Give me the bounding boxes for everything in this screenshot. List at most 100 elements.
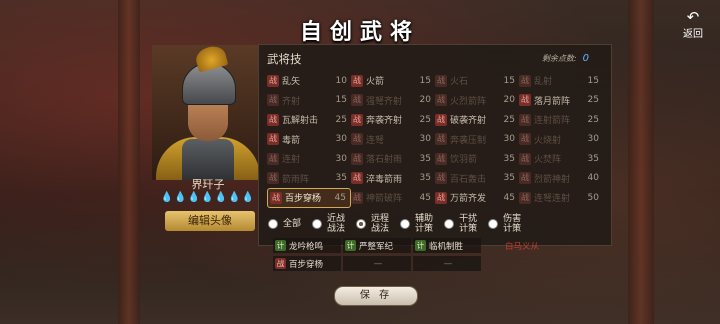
equipped-type-tag: 计 <box>345 240 356 251</box>
skill-cell[interactable]: 战火石 15 <box>435 71 519 91</box>
skill-type-tag: 战 <box>435 74 447 87</box>
equipped-slot[interactable]: — <box>343 256 411 271</box>
radio-icon[interactable] <box>268 219 278 229</box>
skill-cell[interactable]: 战乱射 15 <box>519 71 603 91</box>
skill-cost: 45 <box>503 192 515 203</box>
skill-name: 乱矢 <box>282 77 301 88</box>
skill-name: 奔袭压制 <box>450 135 487 146</box>
skill-cell[interactable]: 战毒箭 30 <box>267 130 351 150</box>
skill-cell[interactable]: 战连射 30 <box>267 149 351 169</box>
skill-cost: 25 <box>335 114 347 125</box>
equipped-slot[interactable]: 战百步穿杨 <box>273 256 341 271</box>
skill-type-tag: 战 <box>351 172 363 185</box>
skill-cell[interactable]: 战火烧射 30 <box>519 130 603 150</box>
skill-cell[interactable]: 战落石射雨 35 <box>351 149 435 169</box>
equipped-slot[interactable]: 计龙吟枪鸣 <box>273 238 341 253</box>
skill-type-tag: 战 <box>351 74 363 87</box>
radio-icon[interactable] <box>444 219 455 229</box>
skill-type-tag: 战 <box>435 133 447 146</box>
skill-name: 齐射 <box>282 96 301 107</box>
skill-name: 火烧射 <box>534 135 562 146</box>
equipped-slot[interactable]: 白马义从 <box>483 238 551 253</box>
skill-cell[interactable]: 战瓦解射击 25 <box>267 110 351 130</box>
radio-icon[interactable] <box>312 219 323 229</box>
empty-slot-label: — <box>373 258 383 269</box>
equipped-type-tag: 战 <box>275 258 286 269</box>
filter-option[interactable]: 伤害 计策 <box>488 214 521 234</box>
panel-title: 武将技 <box>267 52 302 66</box>
skill-cost: 25 <box>503 114 515 125</box>
skill-name: 火焚阵 <box>534 155 562 166</box>
skill-type-tag: 战 <box>435 191 447 204</box>
equipped-slot[interactable]: 计临机制胜 <box>413 238 481 253</box>
remaining-points: 剩余点数: 0 <box>542 53 589 64</box>
skill-cost: 25 <box>587 114 599 125</box>
equipped-slot[interactable]: — <box>413 256 481 271</box>
equipped-slot[interactable]: 计严整军纪 <box>343 238 411 253</box>
skill-cost: 35 <box>419 173 431 184</box>
filter-option[interactable]: 远程 战法 <box>356 214 389 234</box>
skill-cost: 30 <box>335 134 347 145</box>
skill-cell[interactable]: 战百步穿杨 45 <box>267 188 351 208</box>
filter-option[interactable]: 干扰 计策 <box>444 214 477 234</box>
skill-cell[interactable]: 战火烈箭阵 20 <box>435 91 519 111</box>
radio-icon[interactable] <box>400 219 411 229</box>
filter-option[interactable]: 辅助 计策 <box>400 214 433 234</box>
save-button[interactable]: 保 存 <box>334 286 418 306</box>
edit-portrait-button[interactable]: 编辑头像 <box>165 211 255 231</box>
skill-row: 战齐射 15 战强弩齐射 20 战火烈箭阵 20 战落月箭阵 25 <box>267 91 603 111</box>
skill-cell[interactable]: 战齐射 15 <box>267 91 351 111</box>
skill-cell[interactable]: 战强弩齐射 20 <box>351 91 435 111</box>
radio-icon[interactable] <box>488 219 499 229</box>
radio-icon[interactable] <box>356 219 367 229</box>
skill-name: 毒箭 <box>282 135 301 146</box>
skill-cell[interactable]: 战连弩 30 <box>351 130 435 150</box>
skill-row: 战箭雨阵 35 战淬毒箭雨 35 战百石轰击 35 战烈箭神射 40 <box>267 169 603 189</box>
filter-option[interactable]: 近战 战法 <box>312 214 345 234</box>
skill-cell[interactable]: 战淬毒箭雨 35 <box>351 169 435 189</box>
skill-cost: 20 <box>503 95 515 106</box>
skill-cell[interactable]: 战火箭 15 <box>351 71 435 91</box>
skill-name: 连射箭阵 <box>534 116 571 127</box>
skill-cell[interactable]: 战饮羽箭 35 <box>435 149 519 169</box>
skill-cell[interactable]: 战烈箭神射 40 <box>519 169 603 189</box>
skill-cell[interactable]: 战奔袭压制 30 <box>435 130 519 150</box>
skill-cell[interactable]: 战落月箭阵 25 <box>519 91 603 111</box>
skill-name: 连弩连射 <box>534 194 571 205</box>
skill-cost: 15 <box>335 95 347 106</box>
skill-type-tag: 战 <box>519 94 531 107</box>
skill-cell[interactable]: 战连射箭阵 25 <box>519 110 603 130</box>
skill-grid: 战乱矢 10 战火箭 15 战火石 15 战乱射 15 战齐射 15 战强弩齐射 20 战火烈箭阵 20 战… <box>267 71 603 208</box>
skill-name: 百步穿杨 <box>285 194 322 205</box>
skill-cell[interactable]: 战神箭破阵 45 <box>351 188 435 208</box>
back-button[interactable]: ↶ 返回 <box>680 10 706 41</box>
skill-cell[interactable]: 战万箭齐发 45 <box>435 188 519 208</box>
skill-cost: 50 <box>587 192 599 203</box>
skill-row: 战百步穿杨 45 战神箭破阵 45 战万箭齐发 45 战连弩连射 50 <box>267 188 603 208</box>
skill-type-tag: 战 <box>519 191 531 204</box>
filter-option[interactable]: 全部 <box>268 214 301 234</box>
equipped-type-tag: 计 <box>275 240 286 251</box>
general-portrait <box>152 45 264 180</box>
skill-type-tag: 战 <box>435 152 447 165</box>
skill-name: 奔袭齐射 <box>366 116 403 127</box>
skill-cell[interactable]: 战百石轰击 35 <box>435 169 519 189</box>
equipped-row: 计龙吟枪鸣计严整军纪计临机制胜 白马义从 <box>273 238 553 253</box>
skill-name: 连弩 <box>366 135 385 146</box>
skill-type-tag: 战 <box>519 133 531 146</box>
skill-cell[interactable]: 战连弩连射 50 <box>519 188 603 208</box>
skill-name: 火烈箭阵 <box>450 96 487 107</box>
skill-cell[interactable]: 战乱矢 10 <box>267 71 351 91</box>
skill-type-tag: 战 <box>351 191 363 204</box>
energy-drops-icon: 💧💧💧💧💧💧💧 <box>160 192 256 203</box>
skill-cell[interactable]: 战箭雨阵 35 <box>267 169 351 189</box>
skill-row: 战连射 30 战落石射雨 35 战饮羽箭 35 战火焚阵 35 <box>267 149 603 169</box>
skill-cell[interactable]: 战火焚阵 35 <box>519 149 603 169</box>
equipped-skill-name: 白马义从 <box>505 241 540 252</box>
equipped-type-tag: 计 <box>415 240 426 251</box>
skill-cell[interactable]: 战奔袭齐射 25 <box>351 110 435 130</box>
skill-cell[interactable]: 战破袭齐射 25 <box>435 110 519 130</box>
skill-cost: 40 <box>587 173 599 184</box>
skill-name: 乱射 <box>534 77 553 88</box>
skill-name: 火箭 <box>366 77 385 88</box>
